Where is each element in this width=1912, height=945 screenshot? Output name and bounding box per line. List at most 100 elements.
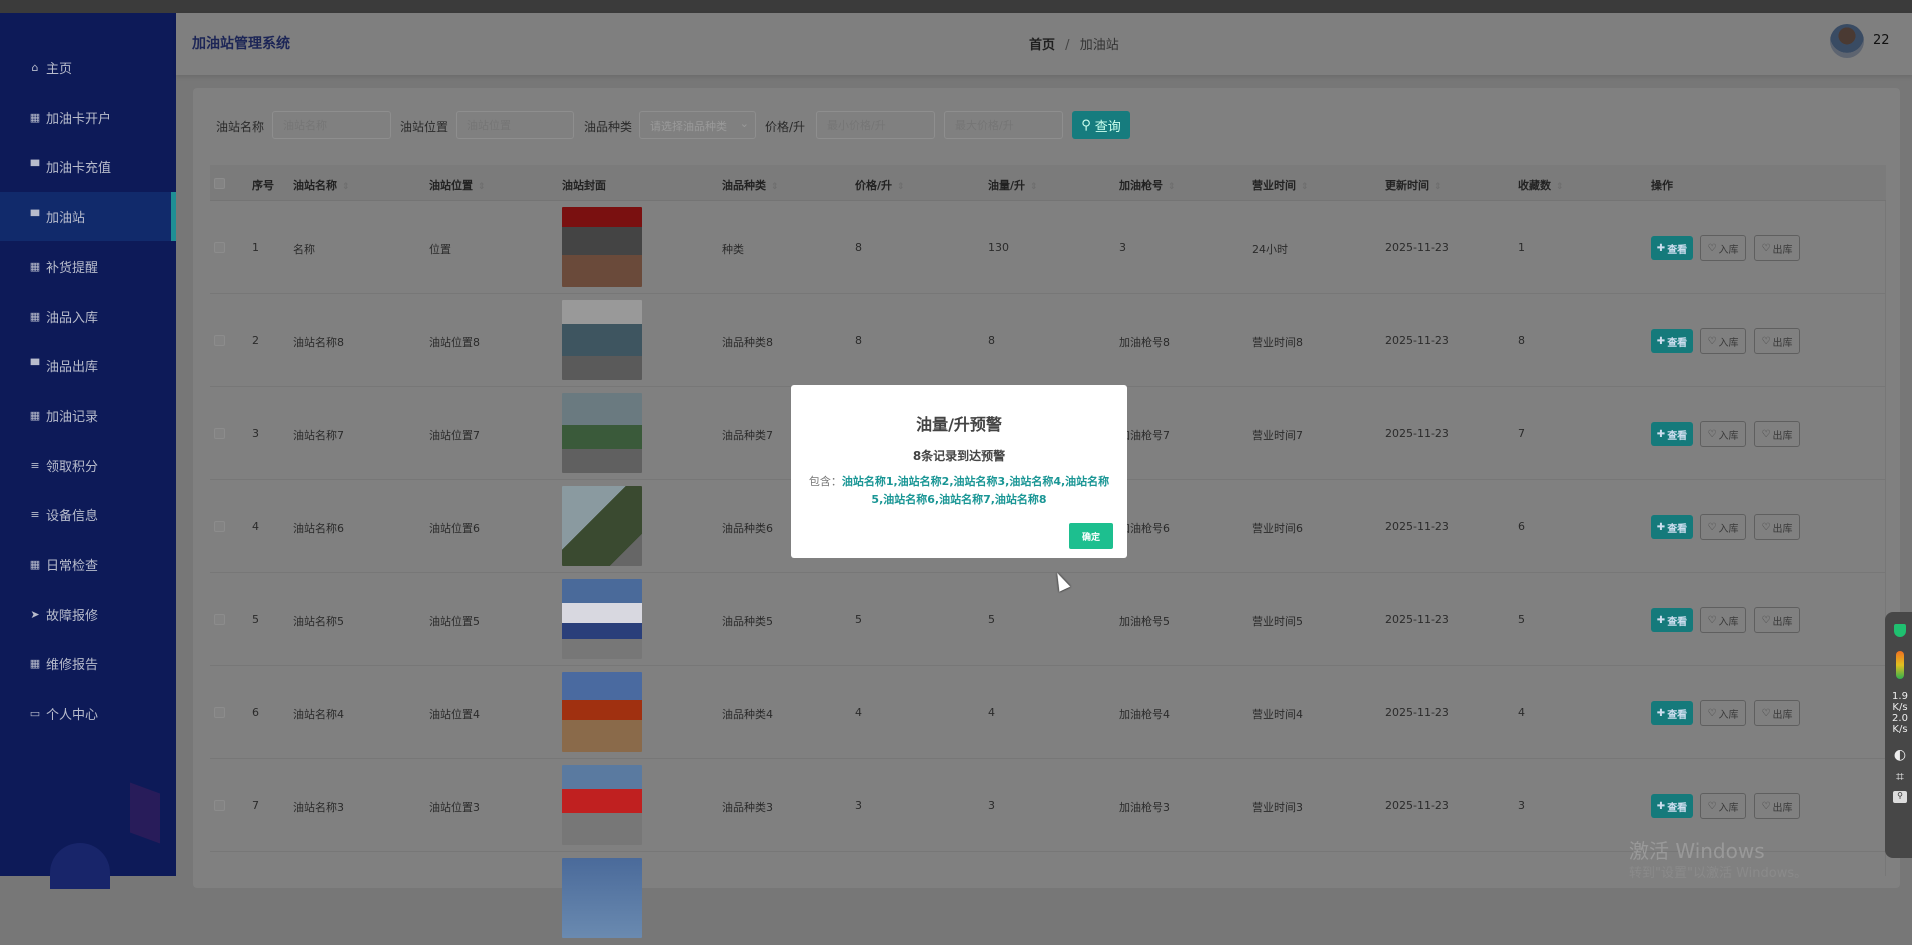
station-name: 油站名称4	[293, 708, 344, 721]
stock-out-button[interactable]: ♡ 出库	[1754, 328, 1800, 354]
sort-icon[interactable]: ⇕	[342, 182, 350, 192]
station-cover-image[interactable]	[562, 765, 642, 845]
name-input[interactable]	[272, 111, 391, 139]
sidebar-item[interactable]: ▦ 加油卡开户	[0, 93, 176, 142]
column-header[interactable]: 价格/升 ⇕	[855, 177, 905, 193]
location-input[interactable]	[456, 111, 574, 139]
column-header[interactable]: 收藏数 ⇕	[1518, 177, 1564, 193]
sidebar-item[interactable]: ➤ 故障报修	[0, 590, 176, 639]
view-button[interactable]: ✚ 查看	[1651, 515, 1693, 539]
stock-in-button[interactable]: ♡ 入库	[1700, 607, 1746, 633]
stock-in-button[interactable]: ♡ 入库	[1700, 514, 1746, 540]
column-header[interactable]: 油品种类 ⇕	[722, 177, 779, 193]
station-cover-image[interactable]	[562, 672, 642, 752]
view-button[interactable]: ✚ 查看	[1651, 329, 1693, 353]
view-button[interactable]: ✚ 查看	[1651, 701, 1693, 725]
view-button[interactable]: ✚ 查看	[1651, 236, 1693, 260]
row-checkbox[interactable]	[214, 707, 225, 718]
sort-icon[interactable]: ⇕	[1030, 182, 1038, 192]
view-button[interactable]: ✚ 查看	[1651, 608, 1693, 632]
station-cover-image[interactable]	[562, 393, 642, 473]
sidebar-item[interactable]: ▦ 油品入库	[0, 292, 176, 341]
app-icon[interactable]: ◐	[1885, 747, 1912, 763]
column-header[interactable]: 序号	[252, 177, 274, 193]
select-all-checkbox[interactable]	[214, 178, 225, 189]
row-checkbox[interactable]	[214, 800, 225, 811]
sidebar-item[interactable]: ▭ 个人中心	[0, 689, 176, 738]
station-cover-image[interactable]	[562, 579, 642, 659]
stock-out-button[interactable]: ♡ 出库	[1754, 700, 1800, 726]
sidebar-item[interactable]: ≡ 设备信息	[0, 490, 176, 539]
stock-in-button[interactable]: ♡ 入库	[1700, 328, 1746, 354]
stock-in-label: 入库	[1718, 244, 1739, 256]
sort-icon[interactable]: ⇕	[1301, 182, 1309, 192]
username[interactable]: 22	[1873, 33, 1890, 48]
station-cover-image[interactable]	[562, 207, 642, 287]
view-label: 查看	[1667, 616, 1688, 628]
view-button[interactable]: ✚ 查看	[1651, 422, 1693, 446]
menu-icon: ⌂	[31, 61, 39, 74]
station-cover-image[interactable]	[562, 858, 642, 938]
update-time: 2025-11-23	[1385, 799, 1449, 812]
column-header[interactable]: 油站封面	[562, 177, 606, 193]
column-header[interactable]: 油站位置 ⇕	[429, 177, 486, 193]
sidebar-item[interactable]: ▀ 加油卡充值	[0, 142, 176, 191]
stock-out-button[interactable]: ♡ 出库	[1754, 793, 1800, 819]
sidebar-item[interactable]: ▀ 加油站	[0, 192, 176, 242]
column-header[interactable]: 油站名称 ⇕	[293, 177, 350, 193]
sort-icon[interactable]: ⇕	[771, 182, 779, 192]
sort-icon[interactable]: ⇕	[478, 182, 486, 192]
crop-icon[interactable]: ⌗	[1885, 769, 1912, 785]
type-select[interactable]: 请选择油品种类 ⌄	[639, 111, 756, 139]
column-header[interactable]: 操作	[1651, 177, 1673, 193]
avatar[interactable]	[1830, 24, 1864, 58]
stock-in-button[interactable]: ♡ 入库	[1700, 700, 1746, 726]
column-header[interactable]: 营业时间 ⇕	[1252, 177, 1309, 193]
column-header[interactable]: 更新时间 ⇕	[1385, 177, 1442, 193]
station-cover-image[interactable]	[562, 300, 642, 380]
sidebar-item[interactable]: ▀ 油品出库	[0, 341, 176, 390]
row-checkbox[interactable]	[214, 614, 225, 625]
sort-icon[interactable]: ⇕	[1434, 182, 1442, 192]
row-checkbox[interactable]	[214, 428, 225, 439]
sidebar-item[interactable]: ▦ 日常检查	[0, 540, 176, 589]
sidebar-item[interactable]: ▦ 加油记录	[0, 391, 176, 440]
stock-out-button[interactable]: ♡ 出库	[1754, 514, 1800, 540]
sort-icon[interactable]: ⇕	[1556, 182, 1564, 192]
column-header[interactable]: 油量/升 ⇕	[988, 177, 1038, 193]
stock-in-button[interactable]: ♡ 入库	[1700, 793, 1746, 819]
price: 8	[855, 241, 862, 254]
sort-icon[interactable]: ⇕	[897, 182, 905, 192]
max-price-input[interactable]	[944, 111, 1063, 139]
search-icon[interactable]: ⚲	[1893, 791, 1907, 803]
row-checkbox[interactable]	[214, 521, 225, 532]
view-button[interactable]: ✚ 查看	[1651, 794, 1693, 818]
row-checkbox[interactable]	[214, 335, 225, 346]
query-button[interactable]: ⚲ 查询	[1072, 111, 1130, 139]
price: 3	[855, 799, 862, 812]
breadcrumb-home[interactable]: 首页	[1029, 38, 1055, 53]
gun-number: 3	[1119, 241, 1126, 254]
sidebar-item[interactable]: ▦ 补货提醒	[0, 242, 176, 291]
stock-out-button[interactable]: ♡ 出库	[1754, 421, 1800, 447]
column-header-label: 油量/升	[988, 179, 1026, 192]
column-header[interactable]: 加油枪号 ⇕	[1119, 177, 1176, 193]
plus-icon: ✚	[1656, 335, 1666, 347]
station-cover-image[interactable]	[562, 486, 642, 566]
station-name: 油站名称3	[293, 801, 344, 814]
sidebar-item[interactable]: ≡ 领取积分	[0, 441, 176, 490]
sort-icon[interactable]: ⇕	[1168, 182, 1176, 192]
sidebar-item[interactable]: ⌂ 主页	[0, 43, 176, 92]
confirm-button[interactable]: 确定	[1069, 523, 1113, 549]
row-checkbox[interactable]	[214, 242, 225, 253]
sidebar-item[interactable]: ▦ 维修报告	[0, 639, 176, 688]
shield-icon[interactable]	[1894, 624, 1906, 637]
min-price-input[interactable]	[816, 111, 935, 139]
menu-icon: ▦	[29, 408, 41, 422]
stock-out-button[interactable]: ♡ 出库	[1754, 607, 1800, 633]
breadcrumb-current: 加油站	[1079, 38, 1119, 53]
stock-in-button[interactable]: ♡ 入库	[1700, 235, 1746, 261]
stock-out-button[interactable]: ♡ 出库	[1754, 235, 1800, 261]
stock-in-button[interactable]: ♡ 入库	[1700, 421, 1746, 447]
column-header-label: 更新时间	[1385, 179, 1429, 192]
